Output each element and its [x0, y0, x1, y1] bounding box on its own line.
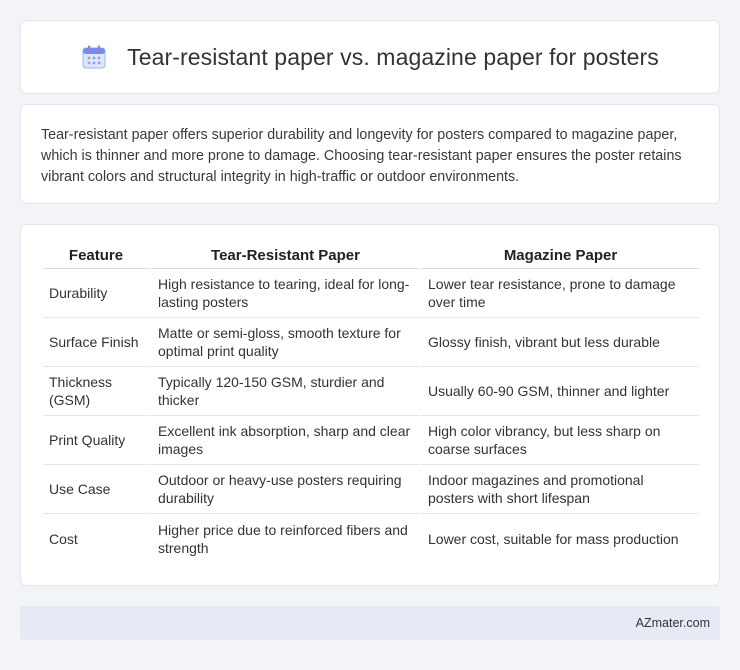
magazine-cell: Indoor magazines and promotional posters… [419, 465, 699, 514]
calendar-icon [81, 44, 107, 70]
tear-resistant-cell: Outdoor or heavy-use posters requiring d… [149, 465, 419, 514]
table-header-row: Feature Tear-Resistant Paper Magazine Pa… [43, 245, 699, 269]
feature-cell: Durability [43, 269, 149, 318]
feature-cell: Use Case [43, 465, 149, 514]
footer-brand[interactable]: AZmater.com [636, 616, 710, 630]
page-title: Tear-resistant paper vs. magazine paper … [127, 43, 659, 70]
table-row: Surface Finish Matte or semi-gloss, smoo… [43, 318, 699, 367]
tear-resistant-cell: Typically 120-150 GSM, sturdier and thic… [149, 367, 419, 416]
header-tear-resistant: Tear-Resistant Paper [149, 245, 419, 269]
comparison-table: Feature Tear-Resistant Paper Magazine Pa… [43, 245, 699, 563]
feature-cell: Surface Finish [43, 318, 149, 367]
header-magazine: Magazine Paper [419, 245, 699, 269]
intro-card: Tear-resistant paper offers superior dur… [20, 104, 720, 204]
magazine-cell: Glossy finish, vibrant but less durable [419, 318, 699, 367]
magazine-cell: Lower tear resistance, prone to damage o… [419, 269, 699, 318]
table-row: Durability High resistance to tearing, i… [43, 269, 699, 318]
tear-resistant-cell: Higher price due to reinforced fibers an… [149, 514, 419, 563]
table-row: Use Case Outdoor or heavy-use posters re… [43, 465, 699, 514]
feature-cell: Thickness (GSM) [43, 367, 149, 416]
feature-cell: Cost [49, 530, 78, 547]
tear-resistant-cell: High resistance to tearing, ideal for lo… [149, 269, 419, 318]
table-row: Thickness (GSM) Typically 120-150 GSM, s… [43, 367, 699, 416]
intro-text: Tear-resistant paper offers superior dur… [41, 127, 682, 185]
title-card: Tear-resistant paper vs. magazine paper … [20, 20, 720, 94]
magazine-cell: Usually 60-90 GSM, thinner and lighter [419, 367, 699, 416]
feature-cell: Print Quality [43, 416, 149, 465]
comparison-card: Feature Tear-Resistant Paper Magazine Pa… [20, 224, 720, 586]
footer-bar: AZmater.com [20, 606, 720, 640]
tear-resistant-cell: Matte or semi-gloss, smooth texture for … [149, 318, 419, 367]
magazine-cell: High color vibrancy, but less sharp on c… [419, 416, 699, 465]
title-wrap: Tear-resistant paper vs. magazine paper … [81, 44, 659, 71]
tear-resistant-cell: Excellent ink absorption, sharp and clea… [149, 416, 419, 465]
header-feature: Feature [43, 245, 149, 269]
table-row: Print Quality Excellent ink absorption, … [43, 416, 699, 465]
magazine-cell: Lower cost, suitable for mass production [419, 514, 699, 563]
table-row: Cost Higher price due to reinforced fibe… [43, 514, 699, 563]
